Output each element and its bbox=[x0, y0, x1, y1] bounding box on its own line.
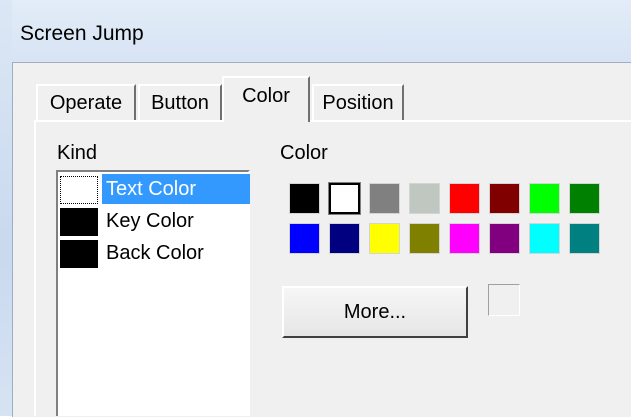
color-swatch-11[interactable] bbox=[409, 223, 440, 254]
more-colors-button[interactable]: More... bbox=[282, 286, 468, 338]
kind-item-label: Text Color bbox=[102, 174, 250, 204]
tab-button[interactable]: Button bbox=[138, 84, 222, 120]
color-swatch-10[interactable] bbox=[369, 223, 400, 254]
tab-button-label: Button bbox=[151, 92, 209, 114]
color-label: Color bbox=[280, 142, 328, 164]
color-swatch-14[interactable] bbox=[529, 223, 560, 254]
kind-item-text-color[interactable]: Text Color bbox=[60, 174, 250, 204]
title-bar: Screen Jump bbox=[12, 0, 631, 62]
kind-item-label: Key Color bbox=[106, 210, 194, 232]
kind-item-key-color[interactable]: Key Color bbox=[60, 206, 250, 236]
color-swatch-13[interactable] bbox=[489, 223, 520, 254]
key-color-swatch bbox=[60, 208, 98, 236]
tab-operate-label: Operate bbox=[49, 92, 123, 114]
tab-color-label: Color bbox=[242, 85, 290, 107]
color-swatch-7[interactable] bbox=[569, 183, 600, 214]
tab-position-label: Position bbox=[322, 92, 394, 114]
tab-operate[interactable]: Operate bbox=[36, 84, 136, 120]
kind-item-back-color[interactable]: Back Color bbox=[60, 238, 250, 268]
color-swatch-9[interactable] bbox=[329, 223, 360, 254]
color-swatch-1[interactable] bbox=[328, 182, 361, 215]
color-swatch-5[interactable] bbox=[489, 183, 520, 214]
kind-item-label: Back Color bbox=[106, 242, 204, 264]
kind-listbox[interactable]: Text Color Key Color Back Color bbox=[56, 170, 250, 416]
color-swatch-0[interactable] bbox=[289, 183, 320, 214]
color-swatch-2[interactable] bbox=[369, 183, 400, 214]
text-color-swatch bbox=[60, 176, 98, 204]
tab-color[interactable]: Color bbox=[222, 76, 310, 122]
tab-position[interactable]: Position bbox=[312, 84, 404, 120]
color-preview-box bbox=[488, 284, 520, 316]
window-left-edge bbox=[0, 0, 12, 416]
color-swatch-4[interactable] bbox=[449, 183, 480, 214]
color-swatch-3[interactable] bbox=[409, 183, 440, 214]
color-swatch-8[interactable] bbox=[289, 223, 320, 254]
more-colors-button-label: More... bbox=[343, 301, 407, 323]
color-swatch-15[interactable] bbox=[569, 223, 600, 254]
kind-label: Kind bbox=[57, 142, 98, 164]
color-swatch-6[interactable] bbox=[529, 183, 560, 214]
window-title: Screen Jump bbox=[20, 22, 144, 45]
back-color-swatch bbox=[60, 240, 98, 268]
color-swatch-12[interactable] bbox=[449, 223, 480, 254]
